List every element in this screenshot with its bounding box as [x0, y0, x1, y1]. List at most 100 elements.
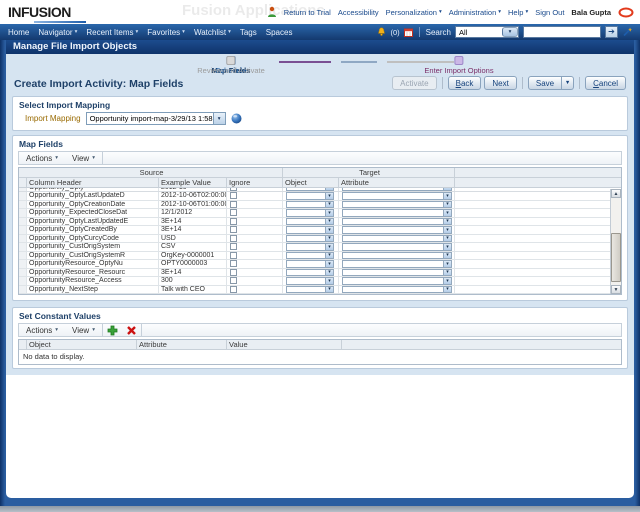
ignore-checkbox[interactable]	[230, 209, 237, 216]
attribute-select[interactable]: ▾	[342, 286, 452, 294]
top-link[interactable]: Accessibility	[338, 8, 379, 17]
view-menu[interactable]: View ▾	[65, 326, 102, 335]
scrollbar-thumb[interactable]	[611, 233, 621, 282]
top-link[interactable]: Personalization ▾	[386, 8, 442, 17]
object-select[interactable]: ▾	[286, 252, 334, 260]
object-select[interactable]: ▾	[286, 260, 334, 268]
column-header-heading[interactable]: Column Header	[27, 178, 159, 187]
object-select[interactable]: ▾	[286, 277, 334, 285]
calendar-icon[interactable]	[404, 28, 413, 37]
top-link[interactable]: Sign Out	[535, 8, 564, 17]
attribute-select[interactable]: ▾	[342, 252, 452, 260]
actions-menu[interactable]: Actions ▾	[19, 154, 65, 163]
value-heading[interactable]: Value	[227, 340, 342, 349]
nav-item[interactable]: Navigator ▾	[38, 28, 77, 37]
attribute-select[interactable]: ▾	[342, 188, 452, 191]
nav-item[interactable]: Home	[8, 28, 29, 37]
save-button[interactable]: Save	[528, 76, 562, 90]
table-row[interactable]: Opportunity_OptyLastUpdatedE 3E+14 ▾ ▾	[19, 218, 610, 227]
object-select[interactable]: ▾	[286, 226, 334, 234]
object-select[interactable]: ▾	[286, 188, 334, 191]
notifications-bell-icon[interactable]	[377, 27, 386, 37]
table-row[interactable]: Opportunity_NextStep Talk with CEO ▾ ▾	[19, 286, 610, 295]
ignore-checkbox[interactable]	[230, 235, 237, 242]
top-link[interactable]: Help ▾	[508, 8, 528, 17]
object-select[interactable]: ▾	[286, 192, 334, 200]
ignore-checkbox[interactable]	[230, 218, 237, 225]
scroll-up-arrow[interactable]: ▲	[611, 189, 621, 198]
object-select[interactable]: ▾	[286, 201, 334, 209]
back-button[interactable]: Back	[448, 76, 482, 90]
cancel-button[interactable]: Cancel	[585, 76, 626, 90]
table-row[interactable]: OpportunityResource_OptyNu OPTY0000003 ▾…	[19, 260, 610, 269]
object-select[interactable]: ▾	[286, 209, 334, 217]
ignore-checkbox[interactable]	[230, 192, 237, 199]
nav-item[interactable]: Watchlist ▾	[194, 28, 231, 37]
top-link[interactable]: Administration ▾	[449, 8, 501, 17]
object-select[interactable]: ▾	[286, 286, 334, 294]
table-row[interactable]: OpportunityResource_Access 300 ▾ ▾	[19, 277, 610, 286]
ignore-heading[interactable]: Ignore	[227, 178, 283, 187]
attribute-select[interactable]: ▾	[342, 226, 452, 234]
nav-item[interactable]: Tags	[240, 28, 257, 37]
top-link[interactable]: Return to Trial	[284, 8, 331, 17]
table-row[interactable]: Opportunity_CustOrigSystemR OrgKey-00000…	[19, 252, 610, 261]
table-row[interactable]: Opportunity_OptyCurcyCode USD ▾ ▾	[19, 235, 610, 244]
attribute-select[interactable]: ▾	[342, 192, 452, 200]
attribute-select[interactable]: ▾	[342, 243, 452, 251]
search-scope-select[interactable]: All ▾	[455, 26, 519, 38]
object-select[interactable]: ▾	[286, 269, 334, 277]
ignore-checkbox[interactable]	[230, 260, 237, 267]
advanced-search-icon[interactable]	[622, 27, 632, 37]
save-menu-arrow[interactable]: ▼	[562, 76, 574, 90]
attribute-select[interactable]: ▾	[342, 260, 452, 268]
object-select[interactable]: ▾	[286, 235, 334, 243]
ignore-checkbox[interactable]	[230, 269, 237, 276]
nav-item[interactable]: Recent Items ▾	[86, 28, 138, 37]
attribute-select[interactable]: ▾	[342, 218, 452, 226]
object-heading[interactable]: Object	[27, 340, 137, 349]
table-row[interactable]: Opportunity_ExpectedCloseDat 12/1/2012 ▾…	[19, 209, 610, 218]
view-menu[interactable]: View ▾	[65, 154, 102, 163]
table-row[interactable]: Opportunity_CustOrigSystem CSV ▾ ▾	[19, 243, 610, 252]
ignore-checkbox[interactable]	[230, 201, 237, 208]
attribute-heading[interactable]: Attribute	[137, 340, 227, 349]
attribute-select[interactable]: ▾	[342, 277, 452, 285]
vertical-scrollbar[interactable]: ▲ ▼	[610, 189, 621, 294]
ignore-checkbox[interactable]	[230, 277, 237, 284]
object-select[interactable]: ▾	[286, 243, 334, 251]
info-icon[interactable]	[231, 113, 242, 124]
notification-count[interactable]: (0)	[390, 28, 399, 37]
delete-row-button[interactable]	[126, 325, 137, 336]
object-heading[interactable]: Object	[283, 178, 339, 187]
ignore-checkbox[interactable]	[230, 226, 237, 233]
add-row-button[interactable]	[107, 325, 118, 336]
attribute-select[interactable]: ▾	[342, 209, 452, 217]
example-value-heading[interactable]: Example Value	[159, 178, 227, 187]
ignore-checkbox[interactable]	[230, 243, 237, 250]
table-row[interactable]: Opportunity_OptyCreatedBy 3E+14 ▾ ▾	[19, 226, 610, 235]
search-go-button[interactable]: ➔	[605, 26, 618, 38]
nav-item[interactable]: Spaces	[266, 28, 293, 37]
chevron-down-icon[interactable]: ▾	[502, 27, 518, 37]
attribute-select[interactable]: ▾	[342, 235, 452, 243]
ignore-checkbox[interactable]	[230, 252, 237, 259]
chevron-down-icon[interactable]: ▾	[213, 113, 225, 124]
attribute-select[interactable]: ▾	[342, 201, 452, 209]
user-name[interactable]: Bala Gupta	[571, 8, 611, 17]
import-mapping-select[interactable]: Opportunity import-map-3/29/13 1:58 ▾	[86, 112, 226, 125]
table-row[interactable]: Opportunity_OptyCreationDate 2012-10-06T…	[19, 201, 610, 210]
actions-menu[interactable]: Actions ▾	[19, 326, 65, 335]
table-row[interactable]: Opportunity_OptyLastUpdateD 2012-10-06T0…	[19, 192, 610, 201]
search-input[interactable]	[523, 26, 601, 38]
nav-item[interactable]: Favorites ▾	[147, 28, 185, 37]
attribute-heading[interactable]: Attribute	[339, 178, 455, 187]
attribute-select[interactable]: ▾	[342, 269, 452, 277]
ignore-checkbox[interactable]	[230, 188, 237, 191]
object-select[interactable]: ▾	[286, 218, 334, 226]
activate-button[interactable]: Activate	[392, 76, 436, 90]
next-button[interactable]: Next	[484, 76, 516, 90]
ignore-checkbox[interactable]	[230, 286, 237, 293]
scroll-down-arrow[interactable]: ▼	[611, 285, 621, 294]
table-row[interactable]: OpportunityResource_Resourc 3E+14 ▾ ▾	[19, 269, 610, 278]
